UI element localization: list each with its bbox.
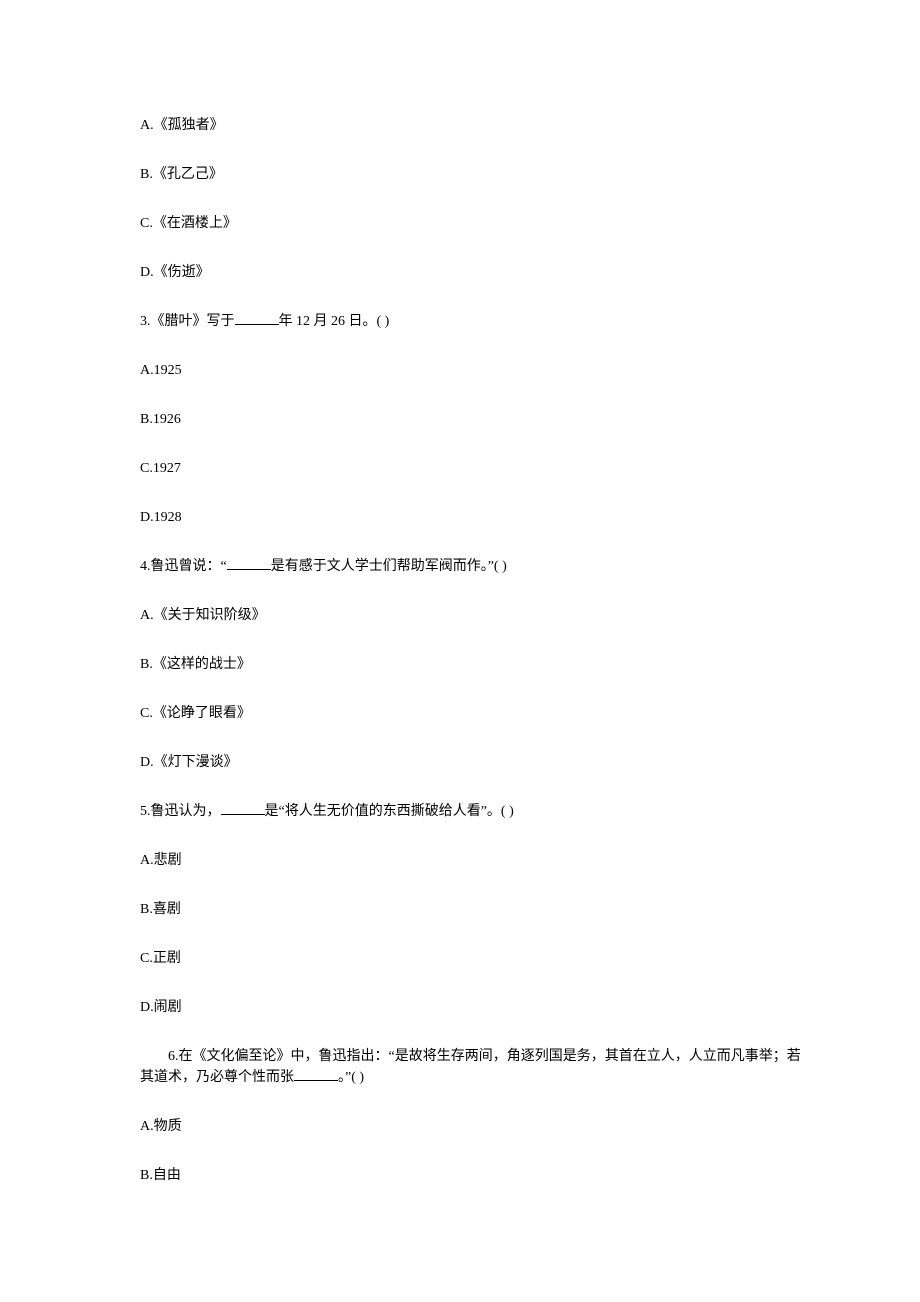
- q3-blank: [235, 311, 279, 325]
- q4-option-a: A.《关于知识阶级》: [140, 605, 810, 626]
- q2-option-a: A.《孤独者》: [140, 115, 810, 136]
- q4-option-c: C.《论睁了眼看》: [140, 703, 810, 724]
- q2-option-b: B.《孔乙己》: [140, 164, 810, 185]
- q3-stem: 3.《腊叶》写于 年 12 月 26 日。( ): [140, 311, 810, 332]
- q3-option-a: A.1925: [140, 360, 810, 381]
- q6-suffix: 。”( ): [338, 1070, 364, 1085]
- q6-blank: [294, 1067, 338, 1081]
- q3-prefix: 3.《腊叶》写于: [140, 314, 235, 329]
- q5-stem: 5.鲁迅认为， 是“将人生无价值的东西撕破给人看”。( ): [140, 801, 810, 822]
- q5-option-b: B.喜剧: [140, 899, 810, 920]
- q6-stem: 6.在《文化偏至论》中，鲁迅指出：“是故将生存两间，角逐列国是务，其首在立人，人…: [140, 1046, 810, 1088]
- q4-option-b: B.《这样的战士》: [140, 654, 810, 675]
- q5-prefix: 5.鲁迅认为，: [140, 804, 221, 819]
- q5-option-c: C.正剧: [140, 948, 810, 969]
- q4-prefix: 4.鲁迅曾说：“: [140, 559, 227, 574]
- q6-prefix: 6.在《文化偏至论》中，鲁迅指出：“是故将生存两间，角逐列国是务，其首在立人，人…: [140, 1049, 801, 1085]
- q5-suffix: 是“将人生无价值的东西撕破给人看”。( ): [265, 804, 514, 819]
- q4-option-d: D.《灯下漫谈》: [140, 752, 810, 773]
- q5-option-d: D.闹剧: [140, 997, 810, 1018]
- q2-option-c: C.《在酒楼上》: [140, 213, 810, 234]
- q6-option-a: A.物质: [140, 1116, 810, 1137]
- q3-option-d: D.1928: [140, 507, 810, 528]
- q5-blank: [221, 801, 265, 815]
- q3-option-b: B.1926: [140, 409, 810, 430]
- q3-suffix: 年 12 月 26 日。( ): [279, 314, 390, 329]
- q6-option-b: B.自由: [140, 1165, 810, 1186]
- document-page: A.《孤独者》 B.《孔乙己》 C.《在酒楼上》 D.《伤逝》 3.《腊叶》写于…: [0, 0, 920, 1302]
- q4-suffix: 是有感于文人学士们帮助军阀而作。”( ): [271, 559, 507, 574]
- q4-blank: [227, 556, 271, 570]
- q4-stem: 4.鲁迅曾说：“ 是有感于文人学士们帮助军阀而作。”( ): [140, 556, 810, 577]
- q2-option-d: D.《伤逝》: [140, 262, 810, 283]
- q3-option-c: C.1927: [140, 458, 810, 479]
- q5-option-a: A.悲剧: [140, 850, 810, 871]
